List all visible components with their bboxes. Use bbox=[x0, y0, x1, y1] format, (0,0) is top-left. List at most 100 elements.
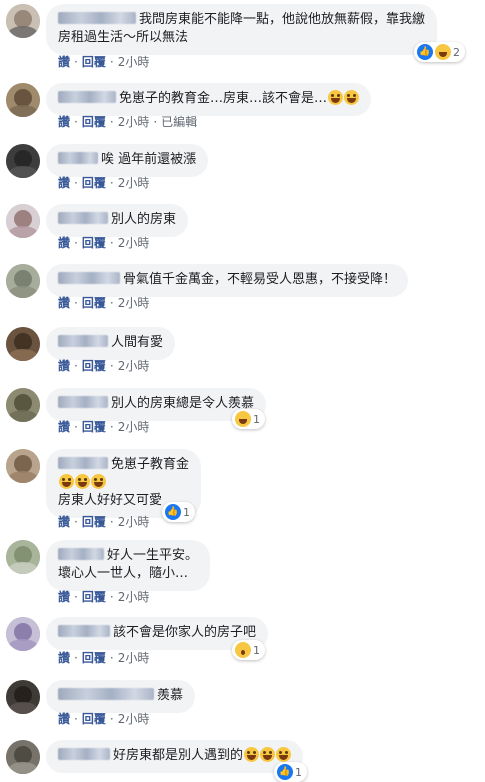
reply-link[interactable]: 回覆 bbox=[82, 420, 106, 434]
reply-link[interactable]: 回覆 bbox=[82, 651, 106, 665]
like-link[interactable]: 讚 bbox=[58, 296, 70, 310]
avatar[interactable] bbox=[6, 327, 40, 361]
avatar[interactable] bbox=[6, 264, 40, 298]
timestamp[interactable]: 2小時 bbox=[118, 176, 150, 190]
timestamp[interactable]: 2小時 bbox=[118, 115, 150, 129]
laughing-emoji-icon bbox=[276, 747, 292, 762]
reply-link[interactable]: 回覆 bbox=[82, 712, 106, 726]
reaction-summary[interactable]: 👍 2 bbox=[414, 42, 465, 62]
avatar[interactable] bbox=[6, 144, 40, 178]
avatar[interactable] bbox=[6, 388, 40, 422]
reply-link[interactable]: 回覆 bbox=[82, 236, 106, 250]
avatar[interactable] bbox=[6, 617, 40, 651]
reply-link[interactable]: 回覆 bbox=[82, 55, 106, 69]
reply-link[interactable]: 回覆 bbox=[82, 296, 106, 310]
like-link[interactable]: 讚 bbox=[58, 236, 70, 250]
like-link[interactable]: 讚 bbox=[58, 515, 70, 529]
comment-actions: 讚 · 回覆 · 2小時 bbox=[58, 55, 150, 69]
rolling-laughing-emoji-icon bbox=[59, 474, 74, 489]
comment-text: 該不會是你家人的房子吧 bbox=[113, 625, 257, 640]
avatar[interactable] bbox=[6, 740, 40, 774]
edited-label: 已編輯 bbox=[161, 115, 198, 129]
laughing-emoji-icon bbox=[344, 90, 360, 105]
haha-icon bbox=[235, 411, 251, 427]
timestamp[interactable]: 2小時 bbox=[118, 55, 150, 69]
avatar[interactable] bbox=[6, 680, 40, 714]
comment-actions: 讚 · 回覆 · 2小時 bbox=[58, 236, 150, 250]
commenter-name[interactable] bbox=[58, 12, 136, 24]
comment-bubble: 好房東都是別人遇到的 bbox=[46, 740, 304, 773]
comment-text: 羨慕 bbox=[157, 688, 184, 703]
commenter-name[interactable] bbox=[58, 625, 110, 637]
comment-text: 好人一生平安。 bbox=[107, 548, 199, 563]
reaction-count: 2 bbox=[453, 45, 460, 59]
comment-bubble: 唉 過年前還被漲 bbox=[46, 144, 209, 177]
commenter-name[interactable] bbox=[58, 212, 108, 224]
commenter-name[interactable] bbox=[58, 152, 98, 164]
like-link[interactable]: 讚 bbox=[58, 115, 70, 129]
commenter-name[interactable] bbox=[58, 396, 108, 408]
comment-actions: 讚 · 回覆 · 2小時 bbox=[58, 651, 150, 665]
reply-link[interactable]: 回覆 bbox=[82, 359, 106, 373]
like-link[interactable]: 讚 bbox=[58, 590, 70, 604]
timestamp[interactable]: 2小時 bbox=[118, 420, 150, 434]
reply-link[interactable]: 回覆 bbox=[82, 115, 106, 129]
reaction-summary[interactable]: 👍 1 bbox=[162, 502, 195, 522]
rolling-laughing-emoji-icon bbox=[75, 474, 90, 489]
timestamp[interactable]: 2小時 bbox=[118, 651, 150, 665]
like-link[interactable]: 讚 bbox=[58, 55, 70, 69]
comment-actions: 讚 · 回覆 · 2小時 bbox=[58, 359, 150, 373]
avatar[interactable] bbox=[6, 204, 40, 238]
timestamp[interactable]: 2小時 bbox=[118, 590, 150, 604]
commenter-name[interactable] bbox=[58, 272, 120, 284]
comment-bubble: 好人一生平安。 壞心人一世人，隨小… bbox=[46, 540, 211, 591]
rolling-laughing-emoji-icon bbox=[91, 474, 106, 489]
like-link[interactable]: 讚 bbox=[58, 176, 70, 190]
avatar[interactable] bbox=[6, 83, 40, 117]
comment-actions: 讚 · 回覆 · 2小時 · 已編輯 bbox=[58, 115, 198, 129]
timestamp[interactable]: 2小時 bbox=[118, 359, 150, 373]
reaction-count: 1 bbox=[183, 505, 190, 519]
commenter-name[interactable] bbox=[58, 748, 110, 760]
commenter-name[interactable] bbox=[58, 688, 154, 700]
comment-text: 人間有愛 bbox=[111, 335, 164, 350]
comment-bubble: 人間有愛 bbox=[46, 327, 176, 360]
wow-icon bbox=[235, 642, 251, 658]
timestamp[interactable]: 2小時 bbox=[118, 236, 150, 250]
commenter-name[interactable] bbox=[58, 335, 108, 347]
like-link[interactable]: 讚 bbox=[58, 420, 70, 434]
avatar[interactable] bbox=[6, 4, 40, 38]
avatar[interactable] bbox=[6, 449, 40, 483]
timestamp[interactable]: 2小時 bbox=[118, 515, 150, 529]
commenter-name[interactable] bbox=[58, 91, 116, 103]
avatar[interactable] bbox=[6, 540, 40, 574]
timestamp[interactable]: 2小時 bbox=[118, 712, 150, 726]
commenter-name[interactable] bbox=[58, 548, 104, 560]
like-link[interactable]: 讚 bbox=[58, 712, 70, 726]
commenter-name[interactable] bbox=[58, 457, 108, 469]
comment-bubble: 免崽子的教育金…房東…該不會是… bbox=[46, 83, 372, 116]
timestamp[interactable]: 2小時 bbox=[118, 296, 150, 310]
like-link[interactable]: 讚 bbox=[58, 359, 70, 373]
comment-text: 好房東都是別人遇到的 bbox=[113, 748, 244, 763]
reaction-summary[interactable]: 1 bbox=[232, 409, 265, 429]
reaction-count: 1 bbox=[253, 412, 260, 426]
comment-text: 房租過生活～所以無法 bbox=[58, 30, 189, 45]
reaction-summary[interactable]: 1 bbox=[232, 640, 265, 660]
comment-bubble: 別人的房東 bbox=[46, 204, 189, 237]
like-icon: 👍 bbox=[277, 764, 293, 780]
comment-actions: 讚 · 回覆 · 2小時 bbox=[58, 420, 150, 434]
reply-link[interactable]: 回覆 bbox=[82, 590, 106, 604]
reply-link[interactable]: 回覆 bbox=[82, 515, 106, 529]
laughing-emoji-icon bbox=[244, 747, 260, 762]
comment-bubble: 骨氣值千金萬金，不輕易受人恩惠，不接受降！ bbox=[46, 264, 409, 297]
reply-link[interactable]: 回覆 bbox=[82, 176, 106, 190]
haha-icon bbox=[435, 44, 451, 60]
laughing-emoji-icon bbox=[328, 90, 344, 105]
comment-text: 壞心人一世人，隨小… bbox=[58, 566, 189, 581]
reaction-summary[interactable]: 👍 1 bbox=[274, 762, 307, 782]
comment-bubble: 羨慕 bbox=[46, 680, 196, 713]
comment-actions: 讚 · 回覆 · 2小時 bbox=[58, 296, 150, 310]
comment-text: 免崽子教育金 bbox=[111, 457, 190, 472]
like-link[interactable]: 讚 bbox=[58, 651, 70, 665]
